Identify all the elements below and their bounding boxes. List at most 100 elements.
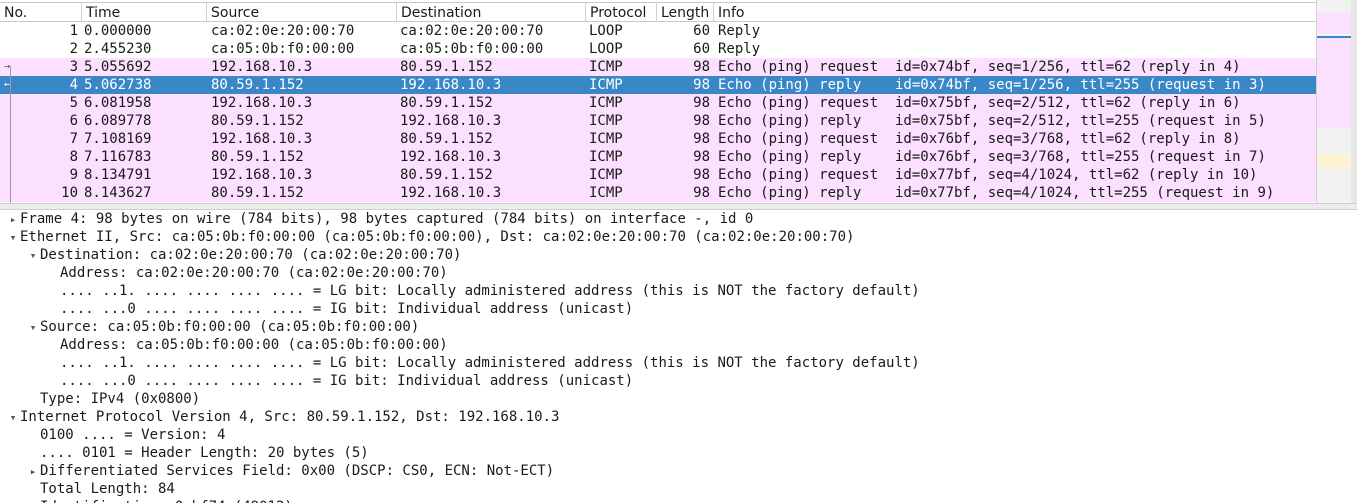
detail-tree-item[interactable]: .... ...0 .... .... .... .... = IG bit: … <box>46 372 633 390</box>
minimap-band-highlight <box>1317 155 1351 167</box>
detail-tree-text: Total Length: 84 <box>40 481 175 497</box>
packet-cell-len: 60 <box>693 23 710 39</box>
request-arrow-icon: → <box>4 61 11 72</box>
packet-cell-time: 5.055692 <box>84 59 152 75</box>
detail-tree-item[interactable]: .... ...0 .... .... .... .... = IG bit: … <box>46 300 633 318</box>
detail-tree-item[interactable]: .... ..1. .... .... .... .... = LG bit: … <box>46 282 920 300</box>
packet-cell-src: 192.168.10.3 <box>211 131 313 147</box>
detail-tree-item[interactable]: ▾ Ethernet II, Src: ca:05:0b:f0:00:00 (ca… <box>6 228 855 247</box>
packet-cell-dst: ca:05:0b:f0:00:00 <box>400 41 544 57</box>
detail-tree-text: Internet Protocol Version 4, Src: 80.59.… <box>20 409 560 425</box>
packet-cell-info: Echo (ping) request id=0x75bf, seq=2/512… <box>718 95 1241 111</box>
expanded-chevron-icon[interactable]: ▾ <box>6 229 20 247</box>
detail-tree-item[interactable]: Identification: 0xbf74 (49012) <box>26 498 293 503</box>
packet-row[interactable]: 3 5.055692 192.168.10.3 80.59.1.152 ICMP 98 Ec… <box>0 58 1316 76</box>
packet-cell-info: Echo (ping) request id=0x74bf, seq=1/256… <box>718 59 1241 75</box>
pane-splitter[interactable] <box>0 203 1357 210</box>
packet-cell-time: 2.455230 <box>84 41 152 57</box>
packet-cell-dst: 192.168.10.3 <box>400 149 502 165</box>
column-header-time[interactable]: Time <box>82 3 207 23</box>
column-header-protocol[interactable]: Protocol <box>586 3 657 23</box>
packet-details-tree[interactable]: ▸ Frame 4: 98 bytes on wire (784 bits), 9… <box>0 210 1357 503</box>
packet-row[interactable]: 5 6.081958 192.168.10.3 80.59.1.152 ICMP 98 Ec… <box>0 94 1316 112</box>
packet-cell-len: 98 <box>693 59 710 75</box>
detail-tree-item[interactable]: .... 0101 = Header Length: 20 bytes (5) <box>26 444 369 462</box>
collapsed-chevron-icon[interactable]: ▸ <box>6 211 20 229</box>
collapsed-chevron-icon[interactable]: ▸ <box>26 463 40 481</box>
detail-tree-item[interactable]: Type: IPv4 (0x0800) <box>26 390 200 408</box>
packet-cell-info: Echo (ping) request id=0x76bf, seq=3/768… <box>718 131 1241 147</box>
packet-cell-no: 2 <box>69 41 78 57</box>
packet-minimap-scrollbar[interactable] <box>1316 0 1357 203</box>
packet-cell-time: 5.062738 <box>84 77 152 93</box>
packet-row[interactable]: 2 2.455230 ca:05:0b:f0:00:00 ca:05:0b:f0:00… <box>0 40 1316 58</box>
packet-cell-dst: 80.59.1.152 <box>400 95 493 111</box>
packet-cell-time: 8.143627 <box>84 185 152 201</box>
packet-cell-proto: ICMP <box>589 167 623 183</box>
packet-cell-proto: ICMP <box>589 185 623 201</box>
packet-cell-proto: LOOP <box>589 41 623 57</box>
packet-cell-info: Reply <box>718 23 761 39</box>
packet-list[interactable]: No. Time Source Destination Protocol Len… <box>0 0 1316 203</box>
detail-tree-item[interactable]: Address: ca:02:0e:20:00:70 (ca:02:0e:20:… <box>46 264 448 282</box>
packet-cell-src: 192.168.10.3 <box>211 59 313 75</box>
packet-row[interactable]: 7 7.108169 192.168.10.3 80.59.1.152 ICMP 98 Ec… <box>0 130 1316 148</box>
detail-tree-text: 0100 .... = Version: 4 <box>40 427 226 443</box>
packet-cell-dst: ca:02:0e:20:00:70 <box>400 23 544 39</box>
detail-tree-text: Address: ca:05:0b:f0:00:00 (ca:05:0b:f0:… <box>60 337 448 353</box>
detail-tree-item[interactable]: ▾ Destination: ca:02:0e:20:00:70 (ca:02:0… <box>26 246 462 265</box>
packet-cell-dst: 80.59.1.152 <box>400 59 493 75</box>
detail-tree-item[interactable]: ▸ Frame 4: 98 bytes on wire (784 bits), 9… <box>6 210 754 229</box>
packet-cell-no: 1 <box>69 23 78 39</box>
column-header-info[interactable]: Info <box>714 3 1316 23</box>
packet-cell-time: 6.089778 <box>84 113 152 129</box>
packet-row[interactable]: 6 6.089778 80.59.1.152 192.168.10.3 ICMP 98 Ec… <box>0 112 1316 130</box>
column-header-no[interactable]: No. <box>0 3 82 23</box>
packet-cell-len: 98 <box>693 77 710 93</box>
detail-tree-item[interactable]: ▾ Internet Protocol Version 4, Src: 80.59… <box>6 408 560 427</box>
expanded-chevron-icon[interactable]: ▾ <box>26 319 40 337</box>
column-header-length[interactable]: Length <box>657 3 714 23</box>
packet-cell-len: 60 <box>693 41 710 57</box>
packet-cell-src: 192.168.10.3 <box>211 95 313 111</box>
detail-tree-text: .... ..1. .... .... .... .... = LG bit: … <box>60 283 920 299</box>
packet-cell-proto: LOOP <box>589 23 623 39</box>
detail-tree-item[interactable]: .... ..1. .... .... .... .... = LG bit: … <box>46 354 920 372</box>
packet-cell-src: 192.168.10.3 <box>211 167 313 183</box>
detail-tree-item[interactable]: Address: ca:05:0b:f0:00:00 (ca:05:0b:f0:… <box>46 336 448 354</box>
detail-tree-item[interactable]: ▸ Differentiated Services Field: 0x00 (DS… <box>26 462 554 480</box>
packet-row[interactable]: 8 7.116783 80.59.1.152 192.168.10.3 ICMP 98 Ec… <box>0 148 1316 166</box>
detail-tree-item[interactable]: ▾ Source: ca:05:0b:f0:00:00 (ca:05:0b:f0:… <box>26 318 420 337</box>
packet-cell-info: Echo (ping) reply id=0x77bf, seq=4/1024,… <box>718 185 1275 201</box>
packet-row[interactable]: 9 8.134791 192.168.10.3 80.59.1.152 ICMP 98 Ec… <box>0 166 1316 184</box>
packet-row[interactable]: 4 5.062738 80.59.1.152 192.168.10.3 ICMP 98 Ec… <box>0 76 1316 94</box>
expanded-chevron-icon[interactable]: ▾ <box>26 247 40 265</box>
packet-cell-proto: ICMP <box>589 131 623 147</box>
scrollbar-track[interactable] <box>1351 0 1357 203</box>
column-header-destination[interactable]: Destination <box>397 3 586 23</box>
detail-tree-text: Differentiated Services Field: 0x00 (DSC… <box>40 463 555 479</box>
detail-tree-item[interactable]: 0100 .... = Version: 4 <box>26 426 225 444</box>
packet-cell-proto: ICMP <box>589 59 623 75</box>
packet-cell-info: Reply <box>718 41 761 57</box>
packet-cell-len: 98 <box>693 95 710 111</box>
detail-tree-item[interactable]: Total Length: 84 <box>26 480 175 498</box>
packet-cell-proto: ICMP <box>589 113 623 129</box>
packet-cell-len: 98 <box>693 185 710 201</box>
column-header-source[interactable]: Source <box>207 3 397 23</box>
detail-tree-text: Ethernet II, Src: ca:05:0b:f0:00:00 (ca:… <box>20 229 855 245</box>
expanded-chevron-icon[interactable]: ▾ <box>6 409 20 427</box>
packet-cell-time: 7.108169 <box>84 131 152 147</box>
packet-cell-proto: ICMP <box>589 95 623 111</box>
packet-cell-len: 98 <box>693 167 710 183</box>
packet-row[interactable]: 10 8.143627 80.59.1.152 192.168.10.3 ICMP 98 E… <box>0 184 1316 202</box>
minimap-band-icmp-2 <box>1317 38 1351 128</box>
packet-row[interactable]: 1 0.000000 ca:02:0e:20:00:70 ca:02:0e:20:00… <box>0 22 1316 40</box>
packet-cell-proto: ICMP <box>589 149 623 165</box>
packet-cell-len: 98 <box>693 149 710 165</box>
packet-cell-info: Echo (ping) reply id=0x74bf, seq=1/256, … <box>718 77 1266 93</box>
